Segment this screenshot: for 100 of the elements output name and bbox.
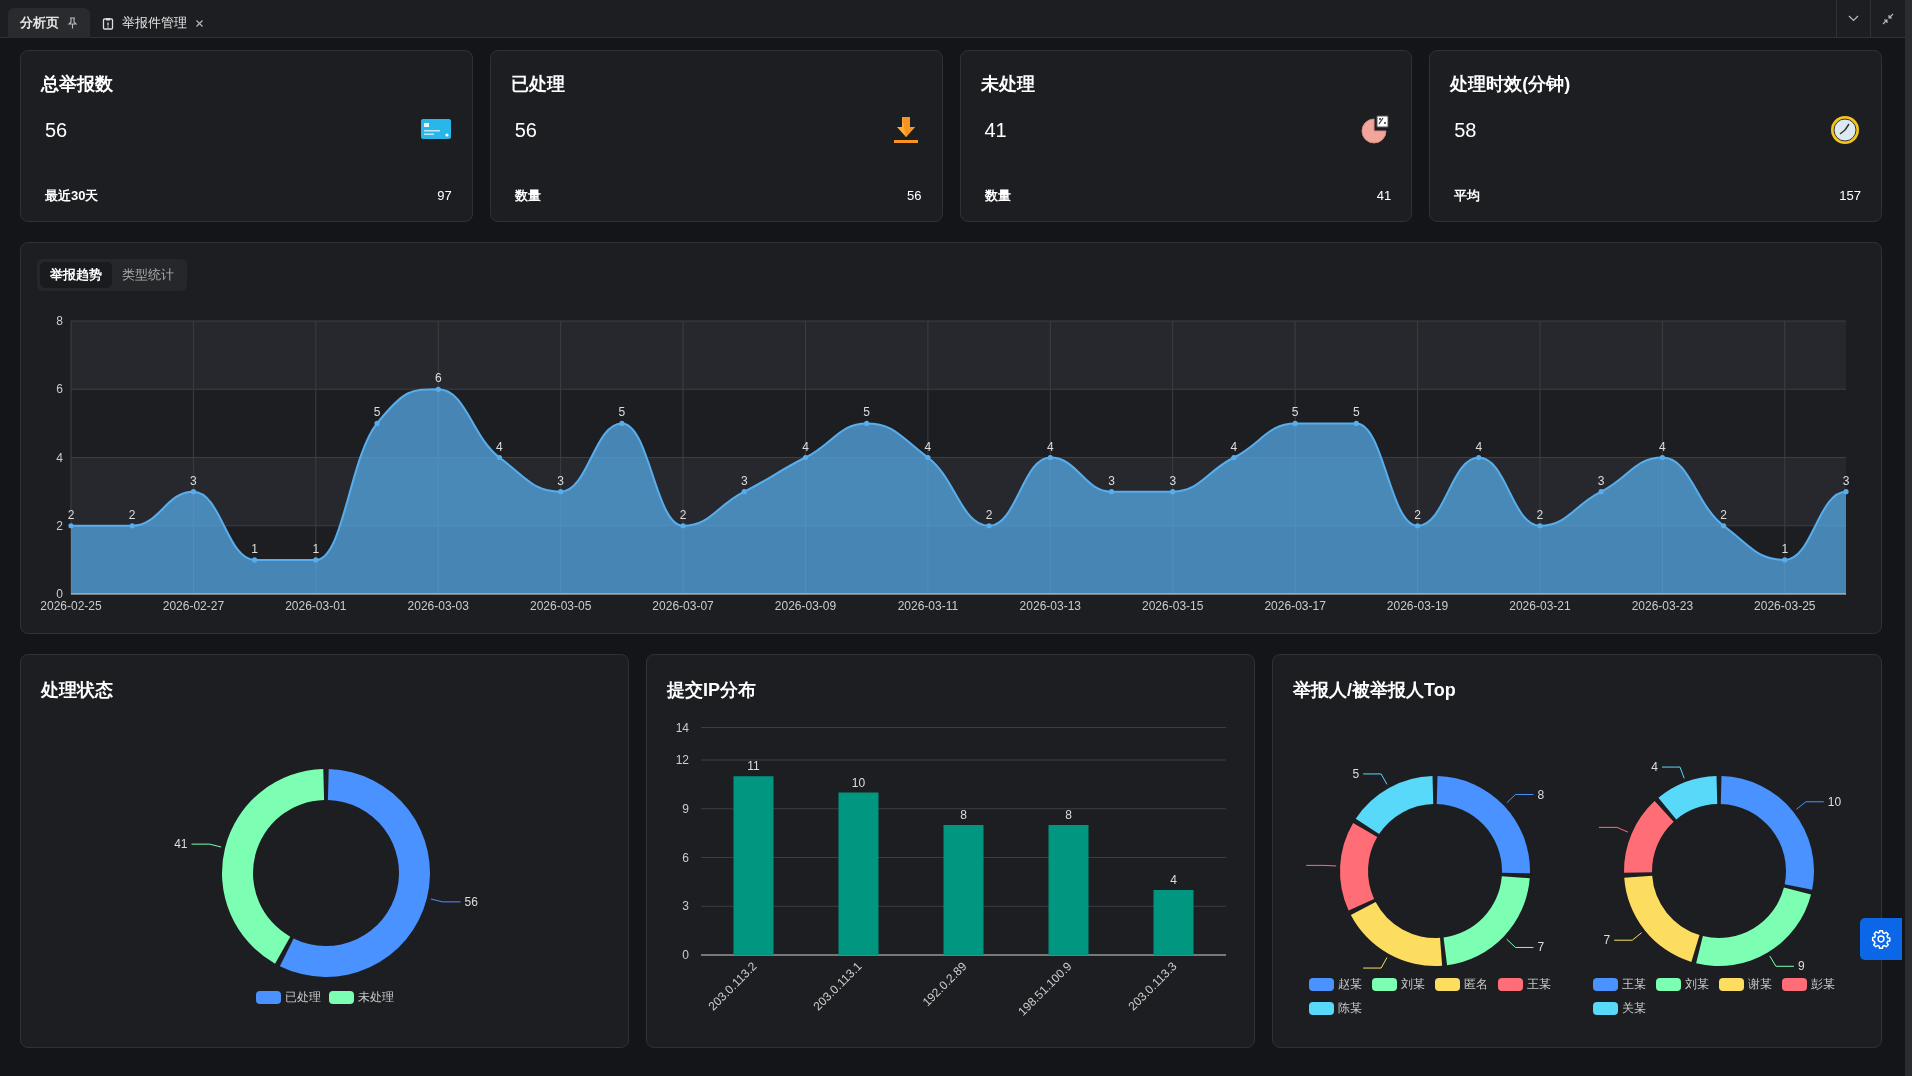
- data-label: 2: [1720, 507, 1727, 522]
- stat-value: 56: [514, 118, 537, 143]
- tab[interactable]: 举报件管理: [90, 8, 216, 38]
- card-title: 总举报数: [41, 74, 113, 94]
- legend-item[interactable]: 刘某: [1372, 975, 1425, 993]
- data-point: [252, 557, 258, 563]
- clock-icon: [1829, 114, 1861, 146]
- axis-label: 2026-03-23: [1631, 599, 1694, 613]
- legend-item[interactable]: 王某: [1498, 975, 1551, 993]
- leader-line: [1506, 794, 1534, 804]
- axis-label: 0: [682, 948, 689, 962]
- axis-label: 2026-03-15: [1142, 599, 1204, 613]
- data-point: [1414, 523, 1421, 529]
- data-label: 5: [618, 405, 626, 420]
- legend-item[interactable]: 王某: [1593, 975, 1646, 993]
- data-point: [1292, 420, 1298, 426]
- data-point: [1170, 489, 1176, 495]
- axis-label: 2026-03-11: [897, 599, 959, 613]
- settings-button[interactable]: [1860, 918, 1902, 960]
- segment-tab[interactable]: 举报趋势: [40, 262, 112, 288]
- data-label: 10: [1827, 794, 1842, 809]
- data-point: [1108, 489, 1115, 495]
- legend-item[interactable]: 彭某: [1782, 975, 1835, 993]
- data-label: 11: [747, 759, 760, 774]
- axis-label: 9: [682, 801, 689, 816]
- axis-label: 2026-02-25: [40, 599, 102, 613]
- data-point: [496, 454, 503, 461]
- leader-line: [191, 843, 222, 848]
- data-label: 4: [924, 439, 932, 454]
- data-point: [1476, 454, 1482, 461]
- data-label: 4: [802, 439, 809, 454]
- legend-item[interactable]: 关某: [1593, 999, 1646, 1017]
- data-point: [1782, 557, 1788, 563]
- axis-label: 8: [56, 314, 63, 328]
- legend-item[interactable]: 未处理: [328, 988, 394, 1006]
- segment-tab[interactable]: 类型统计: [112, 262, 184, 288]
- footer-label: 数量: [514, 186, 541, 205]
- axis-label: 2026-03-25: [1754, 599, 1816, 613]
- leader-line: [1305, 864, 1337, 867]
- scrollbar[interactable]: [1905, 0, 1912, 1076]
- tab[interactable]: 分析页: [8, 8, 90, 38]
- data-point: [1353, 420, 1359, 426]
- data-point: [1231, 454, 1237, 461]
- data-label: 4: [1230, 439, 1238, 454]
- leader-line: [1795, 801, 1825, 810]
- axis-label: 2026-03-13: [1019, 599, 1081, 613]
- leader-line: [1506, 938, 1534, 948]
- data-label: 2: [67, 507, 75, 522]
- data-label: 3: [1169, 473, 1177, 488]
- data-point: [1598, 489, 1604, 495]
- data-point: [1721, 523, 1727, 529]
- legend-item[interactable]: 谢某: [1719, 975, 1772, 993]
- data-label: 3: [740, 473, 748, 488]
- axis-label: 6: [682, 850, 689, 865]
- data-point: [802, 454, 809, 461]
- axis-label: 12: [675, 753, 689, 767]
- data-label: 2: [679, 507, 687, 522]
- data-label: 1: [1781, 541, 1789, 556]
- legend-item[interactable]: 已处理: [255, 988, 321, 1006]
- data-label: 9: [1797, 959, 1805, 974]
- data-point: [741, 489, 747, 495]
- settings-icon: [1871, 929, 1891, 949]
- data-label: 1: [251, 541, 258, 556]
- data-label: 4: [1170, 873, 1177, 887]
- legend-item[interactable]: 匿名: [1435, 975, 1488, 993]
- axis-label: 2026-03-09: [774, 599, 837, 613]
- clipboard-icon: [102, 16, 114, 30]
- bar: [1153, 890, 1194, 955]
- axis-label: 2026-03-07: [652, 599, 714, 613]
- axis-label: 3: [682, 899, 689, 914]
- card-title: 已处理: [510, 74, 565, 94]
- data-label: 5: [1291, 405, 1299, 420]
- card-title: 处理时效(分钟): [1450, 74, 1571, 94]
- legend-item[interactable]: 赵某: [1309, 975, 1362, 993]
- data-label: 1: [312, 541, 320, 556]
- chevron-down-icon: [1848, 15, 1859, 22]
- leader-line: [1362, 773, 1388, 785]
- axis-label: 2026-03-21: [1509, 599, 1571, 613]
- axis-label: 0: [56, 587, 63, 601]
- data-point: [313, 557, 319, 563]
- data-label: 56: [464, 894, 478, 909]
- data-point: [129, 523, 135, 529]
- data-label: 5: [1352, 766, 1360, 781]
- legend-item[interactable]: 刘某: [1656, 975, 1709, 993]
- data-point: [435, 386, 441, 392]
- data-point: [1843, 489, 1849, 495]
- leader-line: [1661, 766, 1685, 779]
- data-label: 7: [1603, 933, 1611, 948]
- collapse-icon: [1881, 12, 1894, 25]
- data-label: 2: [128, 507, 136, 522]
- axis-label: 2026-03-17: [1264, 599, 1326, 613]
- footer-value: 97: [437, 186, 452, 205]
- footer-value: 157: [1839, 186, 1861, 205]
- stat-value: 58: [1454, 118, 1477, 143]
- data-label: 4: [1659, 439, 1666, 454]
- legend-item[interactable]: 陈某: [1309, 999, 1362, 1017]
- data-label: 5: [1353, 405, 1360, 420]
- data-label: 4: [496, 439, 503, 454]
- stat-value: 41: [984, 118, 1007, 143]
- card-title: 举报人/被举报人Top: [1293, 680, 1456, 700]
